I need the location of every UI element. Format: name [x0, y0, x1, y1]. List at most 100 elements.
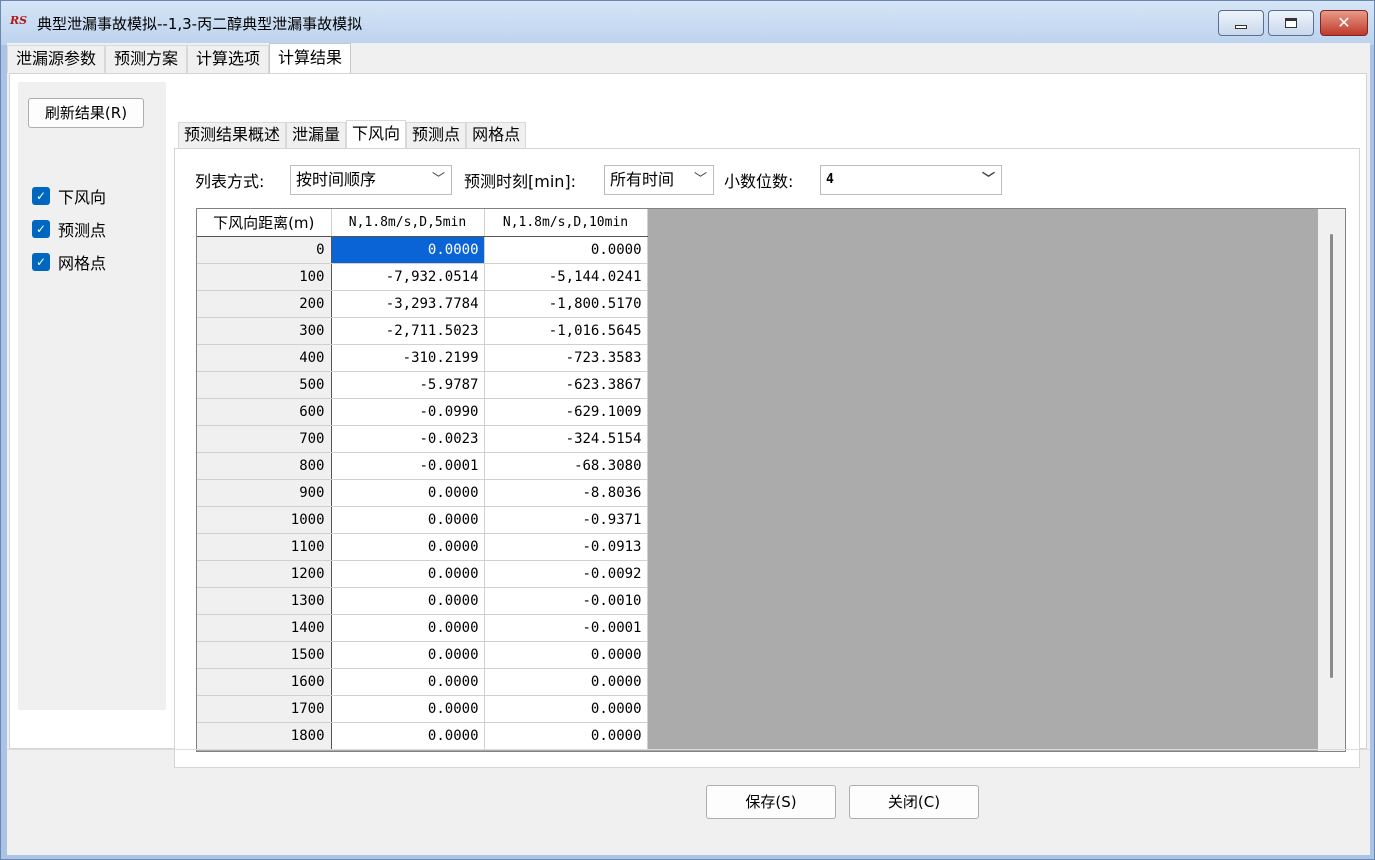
data-cell[interactable]: 0.0000	[331, 560, 485, 588]
data-cell[interactable]: -0.0001	[484, 614, 648, 642]
data-cell[interactable]: -2,711.5023	[331, 317, 485, 345]
row-header-cell[interactable]: 400	[197, 344, 332, 372]
tab-leak-source-params[interactable]: 泄漏源参数	[7, 45, 106, 73]
row-header-cell[interactable]: 200	[197, 290, 332, 318]
data-cell[interactable]: -5.9787	[331, 371, 485, 399]
table-row[interactable]: 1100 0.0000 -0.0913	[197, 533, 648, 561]
table-row[interactable]: 1600 0.0000 0.0000	[197, 668, 648, 696]
table-row[interactable]: 1300 0.0000 -0.0010	[197, 587, 648, 615]
column-header[interactable]: 下风向距离(m)	[197, 209, 332, 237]
data-cell[interactable]: 0.0000	[331, 641, 485, 669]
checkbox-checked-icon[interactable]: ✓	[32, 187, 50, 205]
row-header-cell[interactable]: 1200	[197, 560, 332, 588]
title-bar[interactable]: RS 典型泄漏事故模拟--1,3-丙二醇典型泄漏事故模拟 ✕	[1, 1, 1374, 45]
data-cell[interactable]: 0.0000	[331, 506, 485, 534]
row-header-cell[interactable]: 1800	[197, 722, 332, 750]
check-downwind[interactable]: ✓ 下风向	[32, 184, 106, 208]
data-cell[interactable]: 0.0000	[484, 641, 648, 669]
row-header-cell[interactable]: 600	[197, 398, 332, 426]
data-cell[interactable]: -0.0010	[484, 587, 648, 615]
refresh-results-button[interactable]: 刷新结果(R)	[28, 98, 144, 128]
table-row[interactable]: 0 0.0000 0.0000	[197, 236, 648, 264]
data-cell[interactable]: -3,293.7784	[331, 290, 485, 318]
check-grid-points[interactable]: ✓ 网格点	[32, 250, 106, 274]
table-row[interactable]: 1800 0.0000 0.0000	[197, 722, 648, 750]
table-row[interactable]: 600 -0.0990 -629.1009	[197, 398, 648, 426]
data-cell[interactable]: -0.0023	[331, 425, 485, 453]
data-cell[interactable]: 0.0000	[331, 695, 485, 723]
data-cell[interactable]: -7,932.0514	[331, 263, 485, 291]
tab-prediction-plan[interactable]: 预测方案	[105, 45, 188, 73]
tab-calc-results[interactable]: 计算结果	[269, 43, 352, 73]
decimals-select[interactable]: 4 ﹀	[820, 165, 1002, 195]
data-cell[interactable]: 0.0000	[331, 479, 485, 507]
table-row[interactable]: 200 -3,293.7784 -1,800.5170	[197, 290, 648, 318]
data-cell[interactable]: -1,016.5645	[484, 317, 648, 345]
data-cell[interactable]: -310.2199	[331, 344, 485, 372]
data-cell[interactable]: -68.3080	[484, 452, 648, 480]
table-row[interactable]: 1400 0.0000 -0.0001	[197, 614, 648, 642]
data-cell[interactable]: -324.5154	[484, 425, 648, 453]
table-row[interactable]: 700 -0.0023 -324.5154	[197, 425, 648, 453]
tab-grid-points[interactable]: 网格点	[466, 122, 527, 148]
row-header-cell[interactable]: 900	[197, 479, 332, 507]
data-cell[interactable]: 0.0000	[484, 236, 648, 264]
results-grid[interactable]: 下风向距离(m) N,1.8m/s,D,5min N,1.8m/s,D,10mi…	[196, 208, 1346, 752]
data-cell[interactable]: -0.0092	[484, 560, 648, 588]
close-dialog-button[interactable]: 关闭(C)	[849, 785, 979, 819]
column-header[interactable]: N,1.8m/s,D,10min	[484, 209, 648, 237]
table-row[interactable]: 1700 0.0000 0.0000	[197, 695, 648, 723]
tab-predict-points[interactable]: 预测点	[406, 122, 467, 148]
data-cell[interactable]: 0.0000	[331, 668, 485, 696]
data-cell[interactable]: 0.0000	[331, 533, 485, 561]
table-row[interactable]: 800 -0.0001 -68.3080	[197, 452, 648, 480]
table-row[interactable]: 1500 0.0000 0.0000	[197, 641, 648, 669]
data-cell[interactable]: -0.0913	[484, 533, 648, 561]
tab-leak-amount[interactable]: 泄漏量	[286, 122, 347, 148]
data-cell[interactable]: 0.0000	[331, 587, 485, 615]
tab-downwind[interactable]: 下风向	[346, 120, 407, 148]
row-header-cell[interactable]: 800	[197, 452, 332, 480]
data-cell[interactable]: -623.3867	[484, 371, 648, 399]
row-header-cell[interactable]: 100	[197, 263, 332, 291]
data-cell[interactable]: -723.3583	[484, 344, 648, 372]
table-row[interactable]: 1000 0.0000 -0.9371	[197, 506, 648, 534]
save-button[interactable]: 保存(S)	[706, 785, 836, 819]
data-cell[interactable]: 0.0000	[331, 722, 485, 750]
row-header-cell[interactable]: 500	[197, 371, 332, 399]
column-header[interactable]: N,1.8m/s,D,5min	[331, 209, 485, 237]
checkbox-checked-icon[interactable]: ✓	[32, 253, 50, 271]
data-cell[interactable]: -629.1009	[484, 398, 648, 426]
row-header-cell[interactable]: 1700	[197, 695, 332, 723]
data-cell[interactable]: 0.0000	[331, 236, 485, 264]
table-row[interactable]: 100 -7,932.0514 -5,144.0241	[197, 263, 648, 291]
data-cell[interactable]: -1,800.5170	[484, 290, 648, 318]
row-header-cell[interactable]: 1300	[197, 587, 332, 615]
tab-calc-options[interactable]: 计算选项	[187, 45, 270, 73]
row-header-cell[interactable]: 700	[197, 425, 332, 453]
data-cell[interactable]: -0.0990	[331, 398, 485, 426]
table-row[interactable]: 1200 0.0000 -0.0092	[197, 560, 648, 588]
minimize-button[interactable]	[1218, 10, 1264, 36]
data-cell[interactable]: -5,144.0241	[484, 263, 648, 291]
data-cell[interactable]: 0.0000	[484, 668, 648, 696]
close-button[interactable]: ✕	[1320, 10, 1368, 36]
list-mode-select[interactable]: 按时间顺序 ﹀	[290, 165, 452, 195]
table-row[interactable]: 400 -310.2199 -723.3583	[197, 344, 648, 372]
time-select[interactable]: 所有时间 ﹀	[604, 165, 714, 195]
row-header-cell[interactable]: 300	[197, 317, 332, 345]
row-header-cell[interactable]: 1500	[197, 641, 332, 669]
row-header-cell[interactable]: 0	[197, 236, 332, 264]
row-header-cell[interactable]: 1600	[197, 668, 332, 696]
data-cell[interactable]: -8.8036	[484, 479, 648, 507]
row-header-cell[interactable]: 1000	[197, 506, 332, 534]
maximize-button[interactable]	[1268, 10, 1314, 36]
data-cell[interactable]: 0.0000	[484, 722, 648, 750]
data-cell[interactable]: 0.0000	[331, 614, 485, 642]
data-cell[interactable]: -0.0001	[331, 452, 485, 480]
row-header-cell[interactable]: 1400	[197, 614, 332, 642]
table-row[interactable]: 300 -2,711.5023 -1,016.5645	[197, 317, 648, 345]
data-cell[interactable]: 0.0000	[484, 695, 648, 723]
checkbox-checked-icon[interactable]: ✓	[32, 220, 50, 238]
scrollbar-thumb[interactable]	[1330, 234, 1333, 678]
